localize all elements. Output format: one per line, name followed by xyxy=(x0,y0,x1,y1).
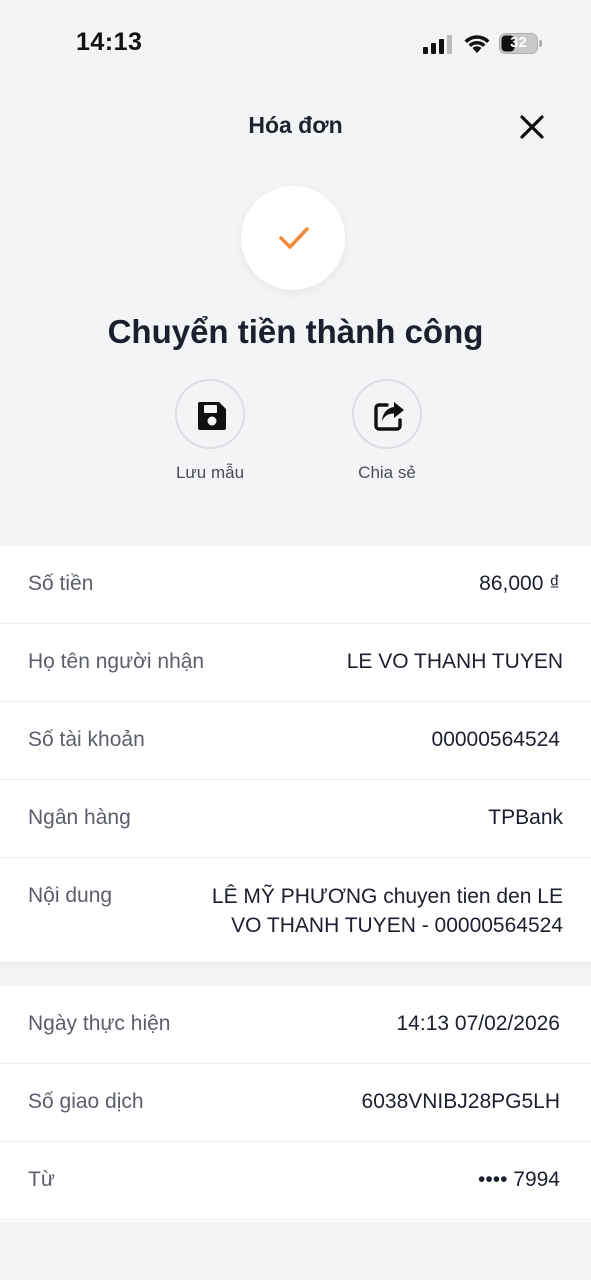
from-value: •••• 7994 xyxy=(478,1168,560,1191)
date-value: 14:13 07/02/2026 xyxy=(396,1012,561,1035)
content-value-line-1: LÊ MỸ PHƯƠNG chuyen tien den LE xyxy=(211,885,563,908)
content-value: LÊ MỸ PHƯƠNG chuyen tien den LE VO THANH… xyxy=(163,882,563,940)
close-icon xyxy=(520,115,544,139)
checkmark-icon xyxy=(279,227,309,249)
success-badge xyxy=(241,186,345,290)
floppy-disk-icon xyxy=(197,402,226,430)
battery-icon: 32 xyxy=(499,33,543,54)
share-circle xyxy=(352,379,422,449)
wifi-icon xyxy=(464,35,490,53)
share-icon xyxy=(374,402,404,431)
success-title: Chuyển tiền thành công xyxy=(107,313,484,350)
account-row: Số tài khoản 00000564524 xyxy=(0,702,591,780)
content-value-line-2: VO THANH TUYEN - 00000564524 xyxy=(231,914,563,937)
transaction-id-row: Số giao dịch 6038VNIBJ28PG5LH xyxy=(0,1064,591,1142)
date-label: Ngày thực hiện xyxy=(28,1012,171,1035)
save-circle xyxy=(175,379,245,449)
share-label: Chia sẻ xyxy=(358,463,416,482)
bank-value: TPBank xyxy=(488,806,563,829)
transfer-details-card: Số tiền 86,000 ₫ Họ tên người nhận LE VO… xyxy=(0,546,591,962)
transaction-id-label: Số giao dịch xyxy=(28,1090,144,1113)
recipient-row: Họ tên người nhận LE VO THANH TUYEN xyxy=(0,624,591,702)
account-value: 00000564524 xyxy=(431,728,560,751)
bank-row: Ngân hàng TPBank xyxy=(0,780,591,858)
amount-value: 86,000 ₫ xyxy=(479,572,560,595)
close-button[interactable] xyxy=(515,110,549,144)
from-row: Từ •••• 7994 xyxy=(0,1142,591,1220)
amount-label: Số tiền xyxy=(28,572,94,595)
recipient-value: LE VO THANH TUYEN xyxy=(346,650,563,673)
from-label: Từ xyxy=(28,1168,55,1191)
save-template-label: Lưu mẫu xyxy=(175,463,245,482)
transaction-info-card: Ngày thực hiện 14:13 07/02/2026 Số giao … xyxy=(0,986,591,1222)
page-title: Hóa đơn xyxy=(248,112,343,138)
recipient-label: Họ tên người nhận xyxy=(28,650,205,673)
status-bar: 14:13 32 xyxy=(0,0,591,88)
transaction-id-value: 6038VNIBJ28PG5LH xyxy=(361,1090,560,1113)
content-row: Nội dung LÊ MỸ PHƯƠNG chuyen tien den LE… xyxy=(0,858,591,962)
share-button[interactable]: Chia sẻ xyxy=(327,379,447,483)
bank-label: Ngân hàng xyxy=(28,806,131,829)
account-label: Số tài khoản xyxy=(28,728,145,751)
amount-row: Số tiền 86,000 ₫ xyxy=(0,546,591,624)
cellular-signal-icon xyxy=(423,35,452,54)
date-row: Ngày thực hiện 14:13 07/02/2026 xyxy=(0,986,591,1064)
content-label: Nội dung xyxy=(28,884,113,907)
battery-level: 32 xyxy=(510,34,527,51)
status-time: 14:13 xyxy=(76,28,143,56)
save-template-button[interactable]: Lưu mẫu xyxy=(150,379,270,483)
